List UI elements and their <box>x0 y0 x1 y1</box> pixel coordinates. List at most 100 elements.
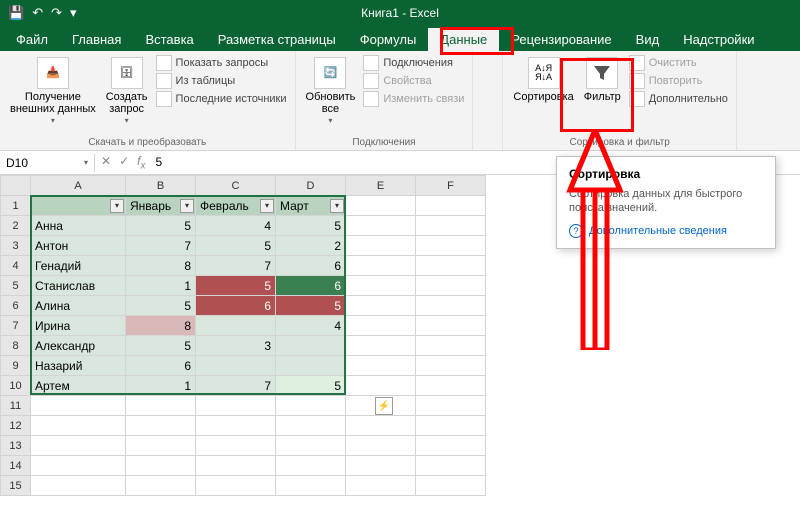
cell[interactable]: 7 <box>196 376 276 396</box>
cell[interactable] <box>346 376 416 396</box>
tab-review[interactable]: Рецензирование <box>499 28 623 51</box>
cell[interactable]: 8 <box>126 256 196 276</box>
row-header[interactable]: 1 <box>1 196 31 216</box>
cell[interactable]: Назарий <box>31 356 126 376</box>
tab-insert[interactable]: Вставка <box>133 28 205 51</box>
row-header[interactable]: 3 <box>1 236 31 256</box>
formula-input[interactable]: 5 <box>155 155 162 169</box>
cell[interactable] <box>416 296 486 316</box>
cell[interactable] <box>416 196 486 216</box>
cell[interactable]: 4 <box>276 316 346 336</box>
cell[interactable]: 6 <box>126 356 196 376</box>
cell[interactable] <box>416 396 486 416</box>
cell[interactable] <box>196 456 276 476</box>
row-header[interactable]: 15 <box>1 476 31 496</box>
column-header[interactable]: E <box>346 176 416 196</box>
cell[interactable] <box>31 436 126 456</box>
tab-home[interactable]: Главная <box>60 28 133 51</box>
cancel-icon[interactable]: ✕ <box>101 154 111 171</box>
tab-pagelayout[interactable]: Разметка страницы <box>206 28 348 51</box>
cell[interactable] <box>416 316 486 336</box>
filter-dropdown-icon[interactable]: ▾ <box>110 199 124 213</box>
cell[interactable]: 5 <box>276 376 346 396</box>
table-header-cell[interactable]: Февраль▾ <box>196 196 276 216</box>
column-header[interactable]: F <box>416 176 486 196</box>
cell[interactable] <box>31 476 126 496</box>
row-header[interactable]: 13 <box>1 436 31 456</box>
cell[interactable] <box>276 476 346 496</box>
cell[interactable]: 6 <box>276 256 346 276</box>
table-header-cell[interactable]: Март▾ <box>276 196 346 216</box>
clear-filter-button[interactable]: Очистить <box>629 55 728 71</box>
cell[interactable] <box>276 336 346 356</box>
filter-dropdown-icon[interactable]: ▾ <box>180 199 194 213</box>
cell[interactable] <box>346 476 416 496</box>
cell[interactable] <box>276 416 346 436</box>
column-header[interactable]: A <box>31 176 126 196</box>
enter-icon[interactable]: ✓ <box>119 154 129 171</box>
refresh-all-button[interactable]: 🔄 Обновить все ▾ <box>304 55 358 128</box>
cell[interactable] <box>126 436 196 456</box>
cell[interactable]: 4 <box>196 216 276 236</box>
cell[interactable]: 7 <box>196 256 276 276</box>
row-header[interactable]: 8 <box>1 336 31 356</box>
cell[interactable] <box>196 476 276 496</box>
cell[interactable] <box>126 476 196 496</box>
cell[interactable] <box>416 356 486 376</box>
filter-dropdown-icon[interactable]: ▾ <box>260 199 274 213</box>
row-header[interactable]: 7 <box>1 316 31 336</box>
cell[interactable] <box>416 376 486 396</box>
cell[interactable] <box>416 216 486 236</box>
qat-more-icon[interactable]: ▾ <box>70 5 77 21</box>
cell[interactable] <box>346 216 416 236</box>
cell[interactable]: 5 <box>126 296 196 316</box>
cell[interactable]: 5 <box>276 216 346 236</box>
row-header[interactable]: 6 <box>1 296 31 316</box>
row-header[interactable]: 4 <box>1 256 31 276</box>
cell[interactable]: 5 <box>196 276 276 296</box>
table-header-cell[interactable]: Январь▾ <box>126 196 196 216</box>
cell[interactable] <box>346 416 416 436</box>
cell[interactable] <box>31 416 126 436</box>
cell[interactable]: Ирина <box>31 316 126 336</box>
row-header[interactable]: 2 <box>1 216 31 236</box>
row-header[interactable]: 10 <box>1 376 31 396</box>
table-header-cell[interactable]: ▾ <box>31 196 126 216</box>
cell[interactable]: Александр <box>31 336 126 356</box>
fx-icon[interactable]: fx <box>137 154 145 171</box>
cell[interactable]: 5 <box>276 296 346 316</box>
redo-icon[interactable]: ↷ <box>51 5 62 21</box>
cell[interactable] <box>346 256 416 276</box>
sort-button[interactable]: А↓ЯЯ↓А Сортировка <box>511 55 575 105</box>
advanced-filter-button[interactable]: Дополнительно <box>629 91 728 107</box>
cell[interactable] <box>31 396 126 416</box>
name-box[interactable]: D10▾ <box>0 154 95 172</box>
cell[interactable]: 1 <box>126 276 196 296</box>
cell[interactable] <box>276 456 346 476</box>
cell[interactable]: Антон <box>31 236 126 256</box>
cell[interactable] <box>196 436 276 456</box>
recent-sources-button[interactable]: Последние источники <box>156 91 287 107</box>
cell[interactable]: Алина <box>31 296 126 316</box>
cell[interactable] <box>346 236 416 256</box>
row-header[interactable]: 5 <box>1 276 31 296</box>
row-header[interactable]: 12 <box>1 416 31 436</box>
tab-formulas[interactable]: Формулы <box>348 28 429 51</box>
cell[interactable] <box>346 296 416 316</box>
reapply-button[interactable]: Повторить <box>629 73 728 89</box>
cell[interactable] <box>416 456 486 476</box>
cell[interactable]: 2 <box>276 236 346 256</box>
cell[interactable] <box>196 396 276 416</box>
cell[interactable] <box>346 196 416 216</box>
cell[interactable] <box>346 336 416 356</box>
cell[interactable]: Генадий <box>31 256 126 276</box>
cell[interactable] <box>416 276 486 296</box>
column-header[interactable]: D <box>276 176 346 196</box>
tab-data[interactable]: Данные <box>428 28 499 51</box>
cell[interactable]: 6 <box>276 276 346 296</box>
select-all-cell[interactable] <box>1 176 31 196</box>
cell[interactable] <box>196 316 276 336</box>
tooltip-help-link[interactable]: ? Дополнительные сведения <box>569 224 763 238</box>
show-queries-button[interactable]: Показать запросы <box>156 55 287 71</box>
cell[interactable] <box>416 476 486 496</box>
